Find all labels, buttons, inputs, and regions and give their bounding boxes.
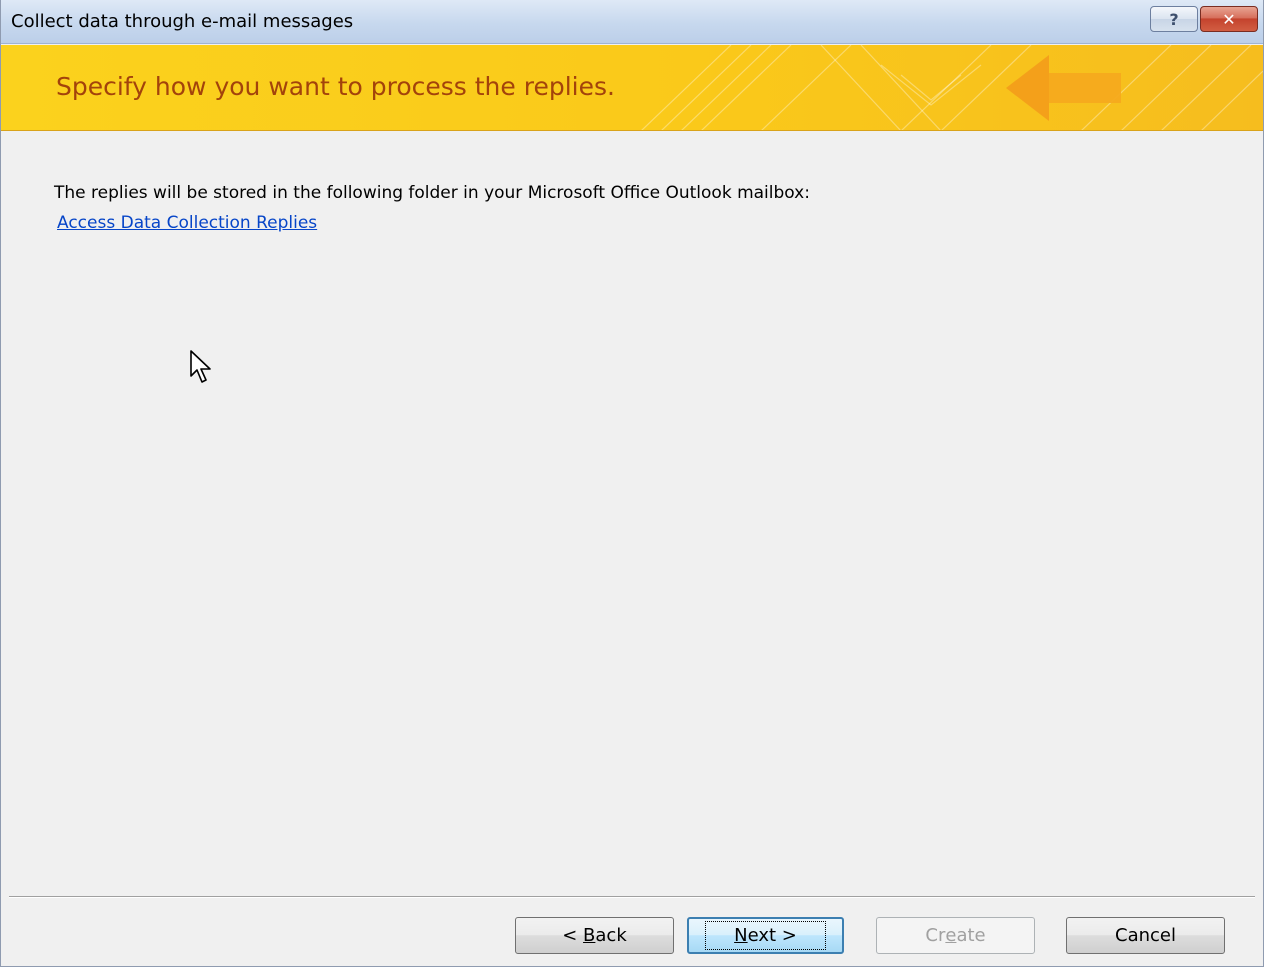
create-button-rest: ate <box>956 925 986 946</box>
next-button-focus: Next > <box>705 921 826 950</box>
folder-description: The replies will be stored in the follow… <box>54 183 810 203</box>
back-button-prefix: < <box>562 925 584 946</box>
create-button-prefix: Cr <box>925 925 946 946</box>
banner-arrow-icon <box>1006 55 1121 121</box>
create-button-mnemonic: e <box>945 925 957 946</box>
close-icon: ✕ <box>1222 9 1236 29</box>
help-icon: ? <box>1169 9 1179 29</box>
next-button-mnemonic: N <box>734 925 748 946</box>
footer-separator <box>9 896 1255 898</box>
title-bar[interactable]: Collect data through e-mail messages ? ✕ <box>1 0 1263 44</box>
back-button-rest: ack <box>595 925 627 946</box>
cancel-button[interactable]: Cancel <box>1066 917 1225 954</box>
close-button[interactable]: ✕ <box>1200 6 1258 32</box>
create-button[interactable]: Cr e ate <box>876 917 1035 954</box>
back-button[interactable]: < Back <box>515 917 674 954</box>
mouse-cursor-icon <box>190 350 211 383</box>
next-button[interactable]: Next > <box>687 917 844 954</box>
window-title: Collect data through e-mail messages <box>11 11 354 32</box>
back-button-mnemonic: B <box>583 925 596 946</box>
dialog-window: Collect data through e-mail messages ? ✕ <box>0 0 1264 967</box>
page-heading: Specify how you want to process the repl… <box>56 72 615 101</box>
folder-link[interactable]: Access Data Collection Replies <box>57 213 317 233</box>
cancel-button-label: Cancel <box>1115 925 1176 946</box>
next-button-rest: ext > <box>747 925 797 946</box>
help-button[interactable]: ? <box>1150 6 1198 32</box>
header-banner: Specify how you want to process the repl… <box>1 45 1263 131</box>
